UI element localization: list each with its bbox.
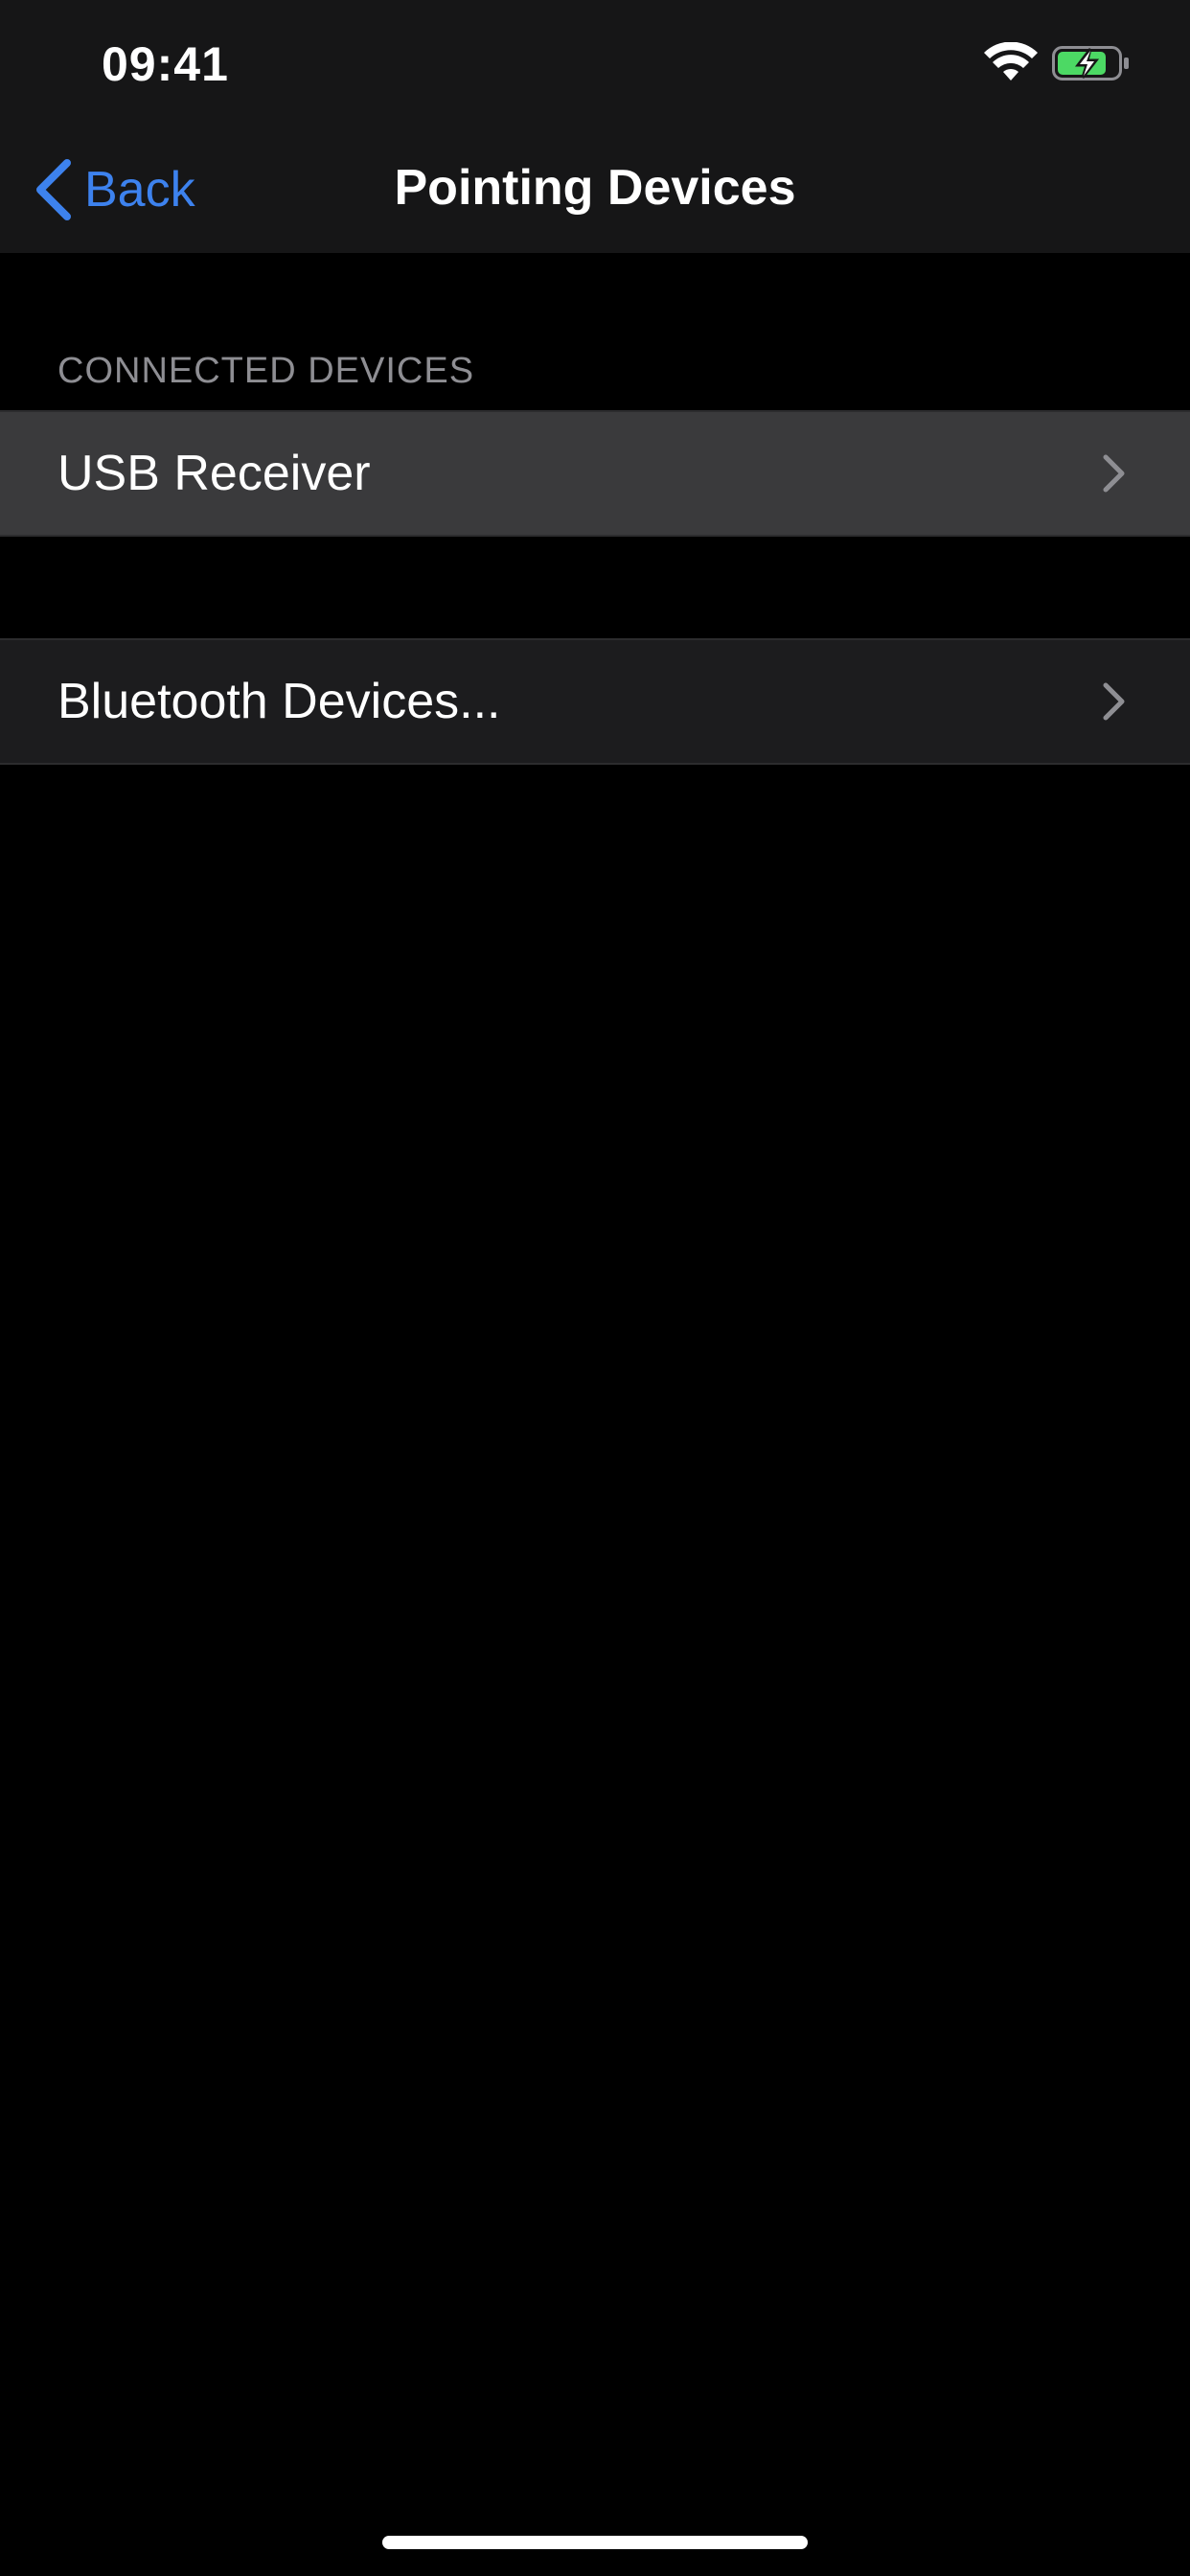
home-indicator[interactable] xyxy=(382,2536,808,2549)
chevron-right-icon xyxy=(1103,454,1125,493)
list-item-label: Bluetooth Devices... xyxy=(57,674,501,729)
section-header-connected-devices: CONNECTED DEVICES xyxy=(57,351,475,391)
chevron-right-icon xyxy=(1103,682,1125,721)
list-item-label: USB Receiver xyxy=(57,446,371,501)
navigation-bar: Back Pointing Devices xyxy=(0,126,1190,253)
battery-charging-icon xyxy=(1052,46,1129,80)
status-time: 09:41 xyxy=(102,37,229,91)
status-bar: 09:41 xyxy=(0,0,1190,126)
page-title: Pointing Devices xyxy=(394,160,796,216)
wifi-icon xyxy=(984,42,1038,80)
list-item-usb-receiver[interactable]: USB Receiver xyxy=(0,410,1190,537)
list-item-bluetooth-devices[interactable]: Bluetooth Devices... xyxy=(0,638,1190,765)
